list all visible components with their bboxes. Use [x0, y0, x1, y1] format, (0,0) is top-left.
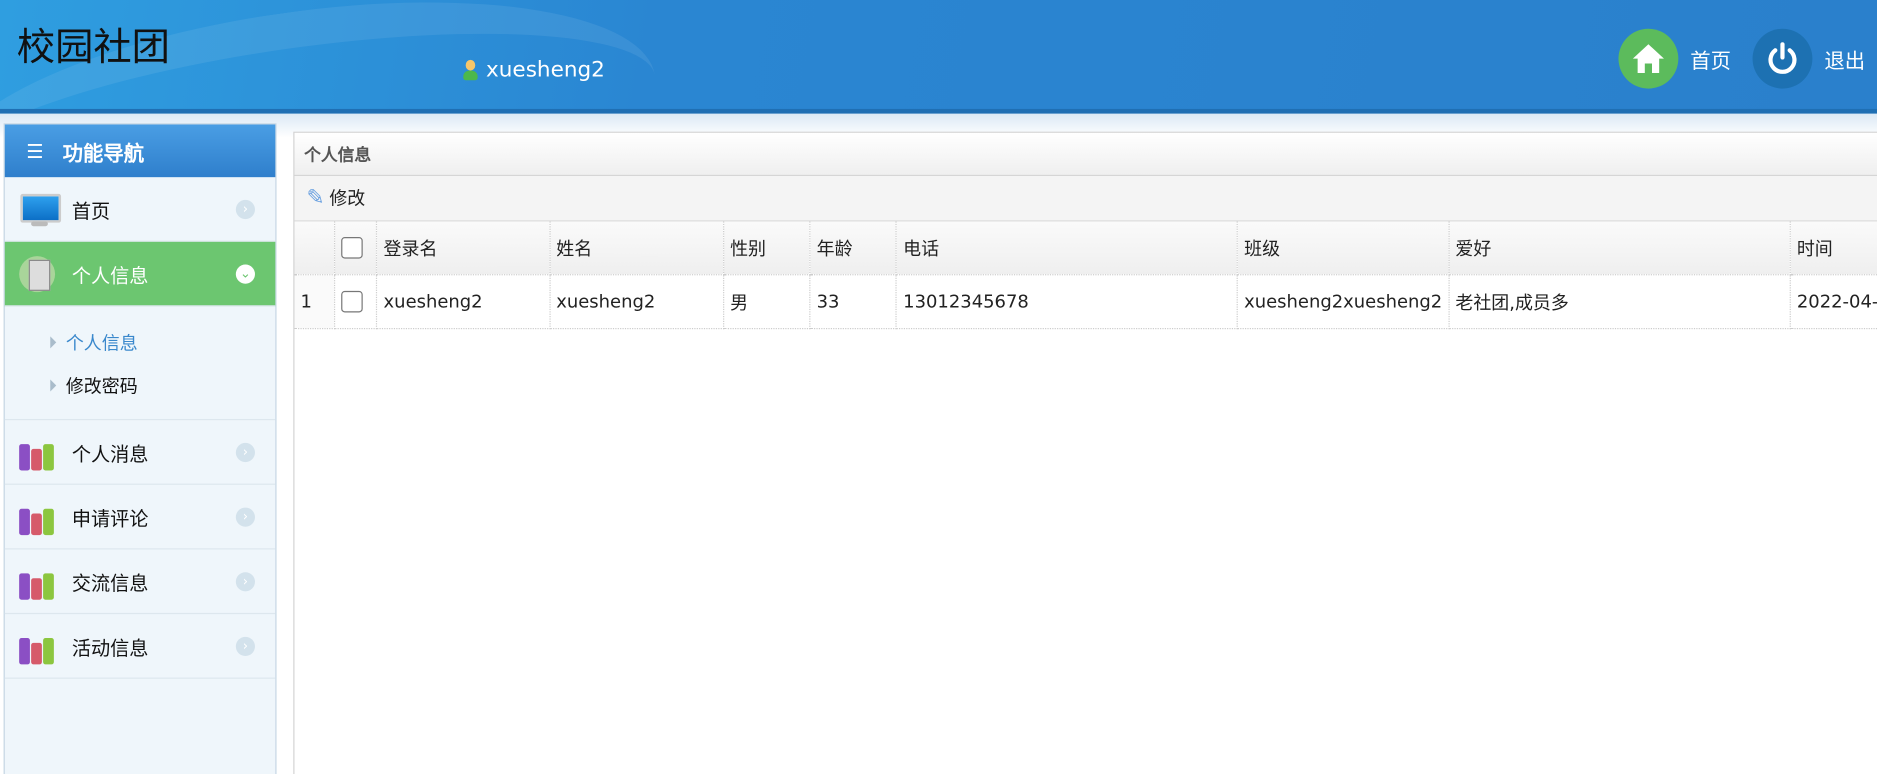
toolbar: ✎ 修改 — [294, 175, 1877, 222]
sidebar-item-messages[interactable]: 个人消息 › — [4, 420, 276, 485]
submenu: 个人信息 修改密码 — [4, 306, 276, 421]
triangle-icon — [50, 336, 57, 349]
logout-button[interactable]: 退出 — [1752, 28, 1866, 89]
sidebar-item-home[interactable]: 首页 › — [4, 177, 276, 242]
home-icon — [1618, 28, 1679, 89]
chevron-right-icon: › — [235, 571, 255, 591]
cell: xuesheng2 — [376, 274, 551, 330]
books-icon — [19, 628, 57, 664]
column-header[interactable]: 爱好 — [1448, 221, 1791, 276]
column-header[interactable]: 时间 — [1790, 221, 1877, 276]
column-header[interactable]: 电话 — [896, 221, 1239, 276]
submenu-label: 修改密码 — [65, 375, 138, 397]
cell: 2022-04- — [1790, 274, 1877, 330]
cell: 33 — [810, 274, 898, 330]
triangle-icon — [50, 379, 57, 392]
cell: 老社团,成员多 — [1448, 274, 1791, 330]
row-checkbox[interactable] — [334, 274, 378, 330]
sidebar-item-exchange[interactable]: 交流信息 › — [4, 549, 276, 615]
books-icon — [19, 499, 57, 535]
table-header-row: 登录名 姓名 性别 年龄 电话 班级 爱好 时间 — [294, 221, 1877, 276]
chevron-down-icon: ⌄ — [235, 263, 255, 284]
sidebar-item-label: 个人信息 — [71, 263, 149, 287]
monitor-icon — [19, 191, 62, 227]
app-title: 校园社团 — [16, 23, 171, 70]
edit-label: 修改 — [329, 187, 366, 210]
column-header[interactable]: 性别 — [723, 221, 811, 276]
row-number: 1 — [294, 274, 335, 330]
current-user: xuesheng2 — [462, 57, 605, 83]
column-header[interactable]: 姓名 — [549, 221, 725, 276]
chevron-right-icon: › — [235, 199, 255, 219]
column-header[interactable]: 班级 — [1237, 221, 1450, 276]
column-header[interactable]: 年龄 — [810, 221, 898, 276]
chevron-right-icon: › — [235, 506, 255, 527]
pencil-icon: ✎ — [306, 185, 325, 211]
chevron-right-icon: › — [235, 442, 255, 462]
power-icon — [1752, 28, 1813, 89]
submenu-item-profile[interactable]: 个人信息 — [5, 321, 276, 364]
submenu-label: 个人信息 — [65, 332, 138, 354]
cell: 13012345678 — [896, 274, 1239, 330]
sidebar-item-activities[interactable]: 活动信息 › — [4, 614, 276, 679]
sidebar-item-comments[interactable]: 申请评论 › — [4, 485, 276, 550]
logout-label: 退出 — [1824, 49, 1866, 74]
sidebar-item-label: 活动信息 — [71, 636, 149, 660]
cell: xuesheng2xuesheng2 — [1237, 274, 1450, 330]
user-icon — [462, 59, 479, 81]
home-button[interactable]: 首页 — [1618, 28, 1732, 89]
edit-button[interactable]: ✎ 修改 — [306, 186, 365, 211]
header: 校园社团 xuesheng2 首页 退出 — [0, 0, 1877, 114]
column-header[interactable]: 登录名 — [376, 221, 551, 276]
chevron-right-icon: › — [235, 636, 255, 656]
cell: 男 — [723, 274, 811, 330]
books-icon — [19, 434, 57, 470]
sidebar: ☰ 功能导航 首页 › 个人信息 ⌄ 个人信息 修改密码 个人消息 › 申请评论 › 交流… — [3, 123, 277, 774]
sidebar-item-label: 交流信息 — [71, 571, 149, 595]
list-icon: ☰ — [26, 139, 44, 163]
submenu-item-change-password[interactable]: 修改密码 — [5, 364, 276, 407]
profile-panel: 个人信息 ✎ 修改 登录名 姓名 性别 年龄 电话 班级 爱好 时间 1 xues… — [293, 131, 1877, 774]
sidebar-item-label: 个人消息 — [71, 442, 149, 466]
sidebar-item-label: 申请评论 — [71, 506, 149, 530]
row-number-header — [294, 221, 335, 276]
sidebar-header: ☰ 功能导航 — [4, 124, 276, 178]
profile-icon — [19, 255, 57, 292]
panel-title: 个人信息 — [294, 132, 1877, 176]
profile-table: 登录名 姓名 性别 年龄 电话 班级 爱好 时间 1 xuesheng2 xue… — [294, 221, 1877, 330]
home-label: 首页 — [1690, 49, 1732, 74]
sidebar-item-label: 首页 — [71, 199, 111, 223]
sidebar-title: 功能导航 — [62, 141, 145, 166]
username: xuesheng2 — [486, 57, 605, 83]
sidebar-item-profile[interactable]: 个人信息 ⌄ — [4, 241, 276, 307]
cell: xuesheng2 — [549, 274, 725, 330]
books-icon — [19, 563, 57, 600]
table-row[interactable]: 1 xuesheng2 xuesheng2 男 33 13012345678 x… — [294, 274, 1877, 330]
select-all-checkbox[interactable] — [334, 221, 378, 276]
